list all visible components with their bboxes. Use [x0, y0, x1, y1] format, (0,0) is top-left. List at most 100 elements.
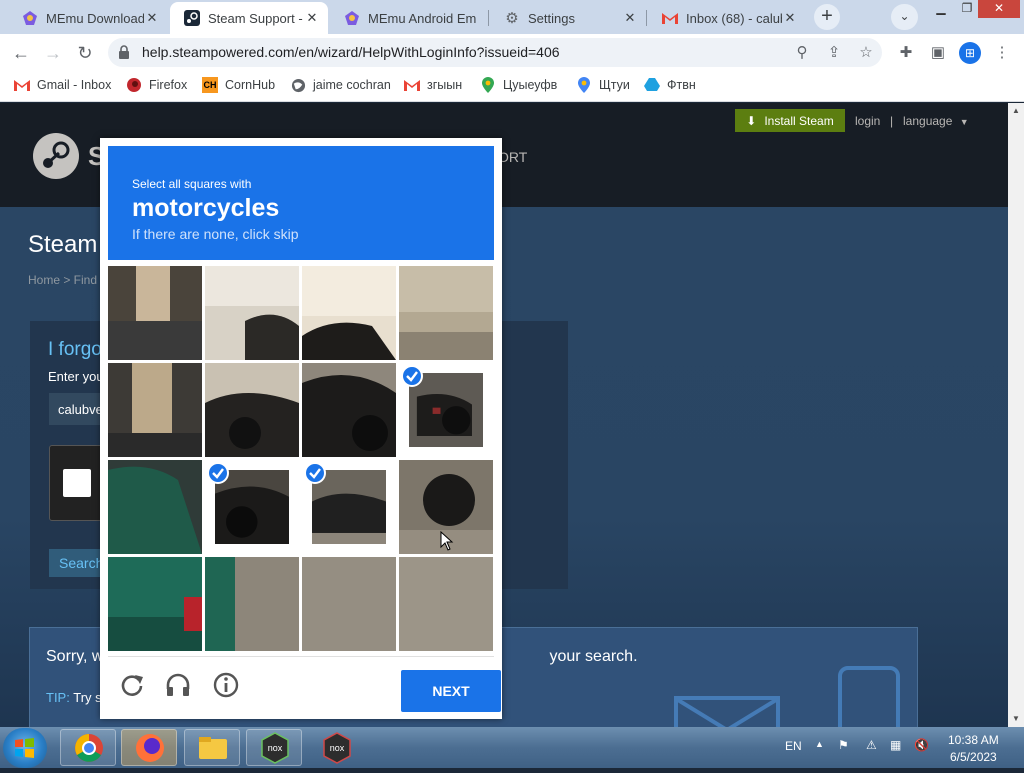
share-icon[interactable]: ⇪: [824, 43, 844, 63]
taskbar-chrome[interactable]: [60, 729, 116, 766]
install-steam-label: Install Steam: [764, 113, 834, 128]
reload-icon[interactable]: ↻: [72, 40, 98, 66]
browser-toolbar: ← → ↻ help.steampowered.com/en/wizard/He…: [0, 34, 1024, 71]
captcha-instruction: Select all squares with: [132, 177, 252, 191]
steam-icon: [184, 10, 200, 26]
breadcrumb[interactable]: Home > Find: [28, 273, 97, 287]
bookmark-cornhub[interactable]: CH CornHub: [202, 77, 275, 93]
captcha-tile-5[interactable]: [108, 363, 202, 457]
reload-icon[interactable]: [118, 671, 146, 699]
clock-time[interactable]: 10:38 AM: [948, 733, 999, 747]
bookmark-gmail-inbox[interactable]: Gmail - Inbox: [14, 77, 111, 93]
close-icon[interactable]: ✕: [622, 10, 638, 26]
captcha-tile-9[interactable]: [108, 460, 202, 554]
firefox-icon: [126, 77, 142, 93]
bookmark-drive[interactable]: Фтвн: [644, 77, 696, 93]
captcha-tile-3[interactable]: [302, 266, 396, 360]
next-button[interactable]: NEXT: [401, 670, 501, 712]
close-icon[interactable]: ✕: [304, 10, 320, 26]
scroll-up-icon[interactable]: ▲: [1008, 103, 1024, 119]
minimize-icon[interactable]: ▁: [928, 0, 954, 18]
nav-support-link[interactable]: ORT: [498, 149, 527, 165]
steam-logo-icon[interactable]: [33, 133, 79, 179]
zoom-search-icon[interactable]: ⚲: [792, 43, 812, 63]
power-icon[interactable]: ⚠: [866, 738, 877, 752]
page-scrollbar[interactable]: ▲ ▼: [1008, 103, 1024, 727]
tip-body: Try s: [73, 690, 102, 705]
window-close-icon[interactable]: ✕: [978, 0, 1020, 18]
extensions-icon[interactable]: ✚: [895, 42, 917, 64]
bookmark-jaime-cochran[interactable]: jaime cochran: [290, 77, 391, 93]
mouse-cursor-icon: [440, 531, 454, 551]
tab-label: Settings: [528, 10, 575, 26]
login-link[interactable]: login: [855, 114, 880, 128]
install-steam-button[interactable]: ⬇ Install Steam: [735, 109, 845, 132]
tray-expand-icon[interactable]: ▲: [815, 739, 824, 749]
start-button[interactable]: [3, 728, 47, 768]
bookmark-label: Щтуи: [599, 78, 630, 92]
side-panel-icon[interactable]: ▣: [927, 42, 949, 64]
bookmark-star-icon[interactable]: ☆: [856, 43, 876, 63]
captcha-tile-13[interactable]: [108, 557, 202, 651]
scroll-down-icon[interactable]: ▼: [1008, 711, 1024, 727]
captcha-tile-11[interactable]: [302, 460, 396, 554]
bookmark-label: jaime cochran: [313, 78, 391, 92]
recaptcha-checkbox[interactable]: [63, 469, 91, 497]
profile-icon[interactable]: ⊞: [959, 42, 981, 64]
tab-inbox[interactable]: Inbox (68) - calub ✕: [648, 2, 806, 34]
back-icon[interactable]: ←: [8, 40, 34, 66]
info-icon[interactable]: [212, 671, 240, 699]
taskbar-nox-1[interactable]: nox: [246, 729, 302, 766]
svg-text:nox: nox: [268, 743, 283, 753]
bookmark-label: Firefox: [149, 78, 188, 92]
nox-icon: nox: [261, 732, 289, 764]
clock-date[interactable]: 6/5/2023: [950, 750, 997, 764]
firefox-icon: [136, 734, 164, 762]
captcha-tile-15[interactable]: [302, 557, 396, 651]
tab-separator: [488, 10, 489, 26]
captcha-tile-8[interactable]: [399, 363, 493, 457]
captcha-tile-2[interactable]: [205, 266, 299, 360]
tab-settings[interactable]: ⚙ Settings ✕: [490, 2, 646, 34]
taskbar-nox-2[interactable]: nox: [308, 729, 364, 766]
gmail-icon: [14, 77, 30, 93]
new-tab-button[interactable]: +: [814, 4, 840, 30]
language-dropdown[interactable]: language ▼: [903, 114, 969, 128]
tab-memu-android[interactable]: MEmu Android Em: [330, 2, 488, 34]
network-icon[interactable]: ▦: [890, 738, 901, 752]
address-bar[interactable]: help.steampowered.com/en/wizard/HelpWith…: [108, 38, 882, 67]
bookmark-firefox[interactable]: Firefox: [126, 77, 187, 93]
lock-icon[interactable]: [118, 45, 130, 59]
header-separator: |: [890, 114, 894, 128]
captcha-tile-7[interactable]: [302, 363, 396, 457]
bookmark-gmail-2[interactable]: згыын: [404, 77, 462, 93]
bookmark-maps-1[interactable]: Цуыеуфв: [480, 77, 557, 93]
menu-kebab-icon[interactable]: ⋮: [991, 42, 1013, 64]
bookmark-maps-2[interactable]: Щтуи: [576, 77, 630, 93]
tab-label: Inbox (68) - calub: [686, 10, 782, 26]
captcha-tile-10[interactable]: [205, 460, 299, 554]
captcha-dialog: Select all squares with motorcycles If t…: [100, 138, 502, 719]
tab-search-button[interactable]: ⌄: [891, 4, 918, 30]
language-indicator[interactable]: EN: [785, 739, 802, 753]
restore-icon[interactable]: ❐: [954, 0, 980, 18]
memu-icon: [344, 10, 360, 26]
tab-steam-support[interactable]: Steam Support - I ✕: [170, 2, 328, 34]
captcha-tile-16[interactable]: [399, 557, 493, 651]
tab-memu-download[interactable]: MEmu Download ✕: [8, 2, 168, 34]
bookmarks-bar: Gmail - Inbox Firefox CH CornHub jaime c…: [0, 71, 1024, 102]
captcha-tile-6[interactable]: [205, 363, 299, 457]
close-icon[interactable]: ✕: [782, 10, 798, 26]
captcha-tile-1[interactable]: [108, 266, 202, 360]
volume-muted-icon[interactable]: 🔇: [914, 738, 929, 752]
taskbar-explorer[interactable]: [184, 729, 240, 766]
captcha-tile-4[interactable]: [399, 266, 493, 360]
phone-icon: [838, 666, 900, 727]
action-center-icon[interactable]: ⚑: [838, 738, 849, 752]
forward-icon[interactable]: →: [40, 40, 66, 66]
headphones-icon[interactable]: [164, 671, 192, 699]
taskbar-firefox[interactable]: [121, 729, 177, 766]
captcha-tile-14[interactable]: [205, 557, 299, 651]
svg-text:nox: nox: [330, 743, 345, 753]
close-icon[interactable]: ✕: [144, 10, 160, 26]
